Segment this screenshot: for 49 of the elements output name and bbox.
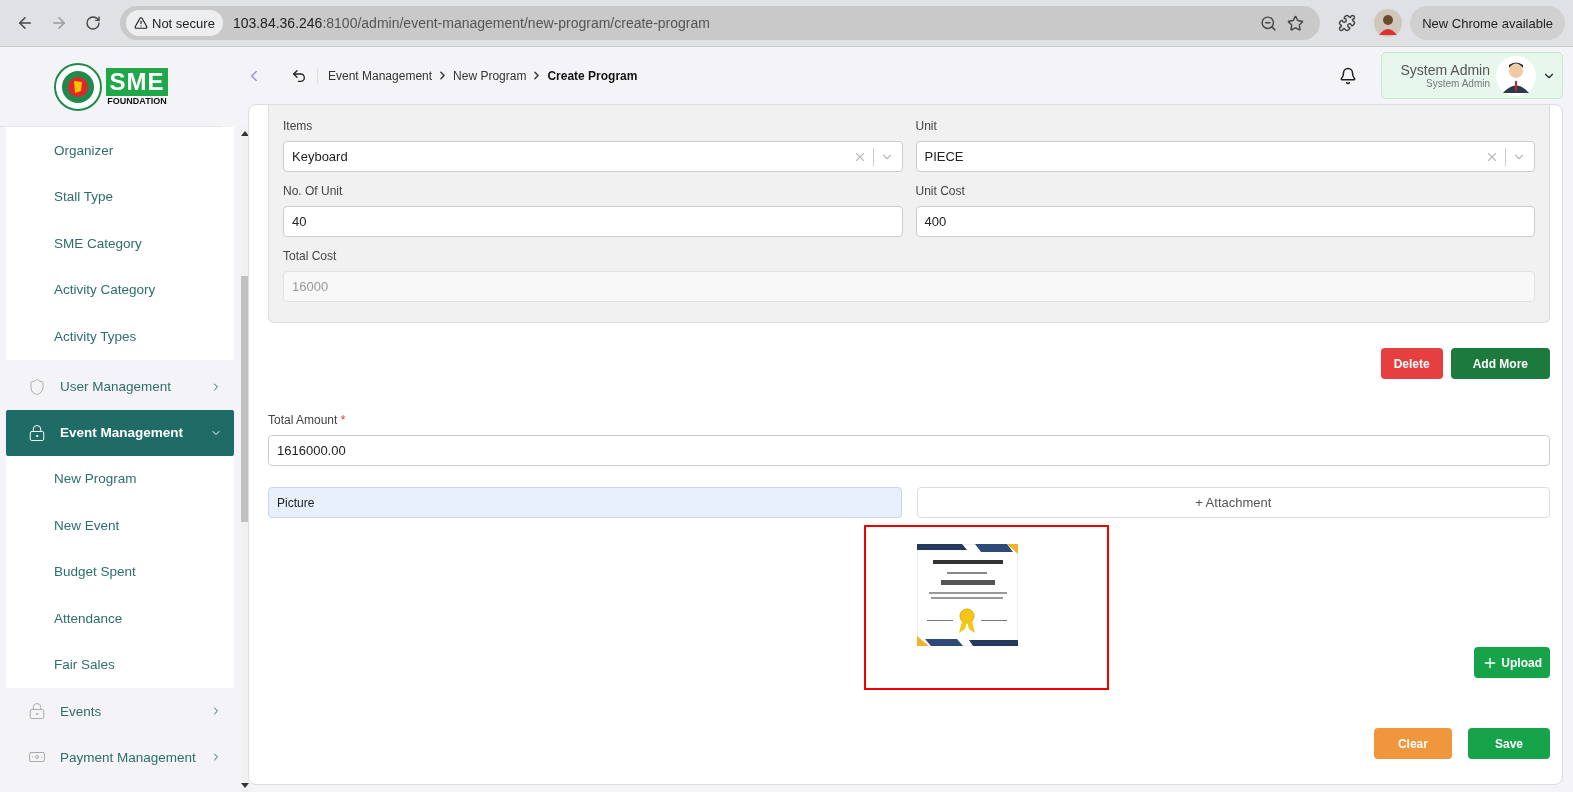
submenu-item[interactable]: Stall Type: [6, 173, 234, 220]
submenu-item[interactable]: New Program: [6, 455, 234, 502]
bookmark-star-icon[interactable]: [1287, 14, 1305, 32]
submenu-item[interactable]: Activity Category: [6, 266, 234, 313]
submenu-item[interactable]: Fair Sales: [6, 641, 234, 688]
breadcrumb-link[interactable]: New Program: [453, 68, 527, 83]
field-label: Items: [283, 119, 314, 133]
back-arrow-icon[interactable]: [291, 67, 307, 84]
input-field[interactable]: 40: [283, 206, 903, 237]
input-field[interactable]: 1616000.00: [268, 435, 1550, 466]
logo-subtitle: FOUNDATION: [107, 95, 167, 106]
user-menu[interactable]: System Admin System Admin: [1381, 52, 1563, 99]
sidebar-item[interactable]: Events: [6, 688, 234, 734]
url-text[interactable]: 103.84.36.246:8100/admin/event-management/new-program/create-program: [232, 15, 1251, 31]
update-chip[interactable]: New Chrome available: [1410, 6, 1565, 40]
submenu-item[interactable]: Budget Spent: [6, 548, 234, 595]
field-label: Unit Cost: [915, 184, 966, 198]
sidebar-item[interactable]: Event Management: [6, 409, 234, 456]
notification-bell-icon[interactable]: [1339, 66, 1357, 85]
lock-icon: [28, 702, 46, 720]
field-label: Unit: [915, 119, 938, 133]
sidebar-item[interactable]: User Management: [6, 363, 234, 410]
extensions-icon[interactable]: [1338, 14, 1357, 32]
submenu-item[interactable]: Activity Types: [6, 313, 234, 360]
upload-button[interactable]: Upload: [1474, 647, 1550, 678]
profile-avatar-icon[interactable]: [1374, 9, 1403, 37]
lock-icon: [28, 423, 46, 442]
file-name-field[interactable]: Picture: [268, 487, 902, 518]
submenu-item[interactable]: Organizer: [6, 127, 234, 174]
submenu-item[interactable]: SME Category: [6, 220, 234, 267]
field-label: Total Amount *: [268, 413, 347, 427]
field-label: No. Of Unit: [283, 184, 344, 198]
add-more-button[interactable]: Add More: [1450, 348, 1550, 379]
sidebar-item[interactable]: Payment Management: [6, 734, 234, 780]
shield-icon: [28, 377, 46, 396]
breadcrumb-link[interactable]: Event Management: [328, 68, 433, 83]
logo-wordmark: SME: [106, 67, 168, 96]
zoom-icon[interactable]: [1260, 14, 1278, 32]
user-avatar: [1496, 55, 1536, 96]
save-button[interactable]: Save: [1467, 728, 1550, 759]
field-label: Total Cost: [283, 249, 338, 263]
security-chip[interactable]: Not secure: [126, 10, 223, 36]
input-field[interactable]: 400: [915, 206, 1535, 237]
submenu-item[interactable]: Attendance: [6, 595, 234, 642]
attachment-button[interactable]: + Attachment: [916, 487, 1550, 518]
warning-icon: [134, 16, 148, 30]
emblem-icon: [54, 62, 103, 111]
submenu-item[interactable]: New Event: [6, 502, 234, 549]
delete-button[interactable]: Delete: [1380, 348, 1443, 379]
